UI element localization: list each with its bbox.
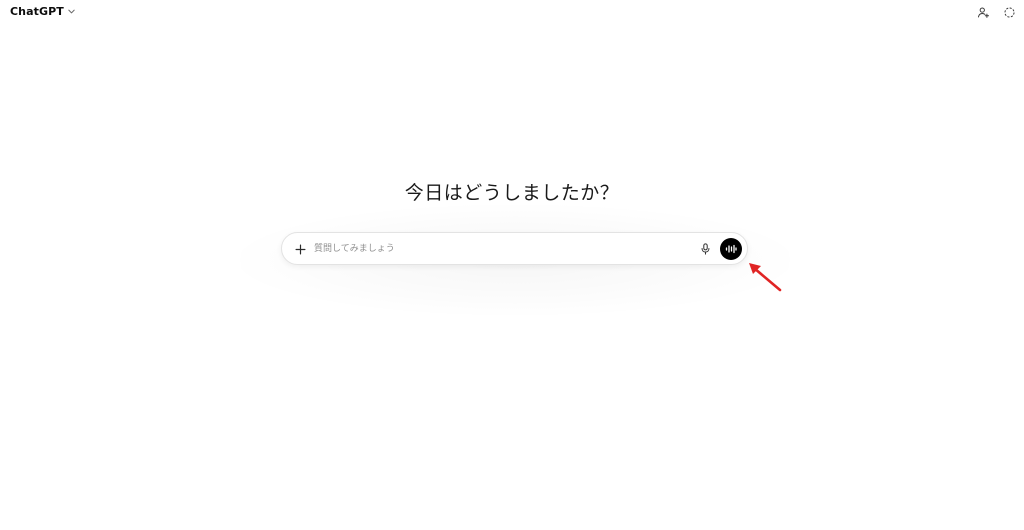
voice-waveform-icon [725,244,737,254]
temporary-chat-icon[interactable] [1000,3,1018,21]
add-user-icon[interactable] [974,3,992,21]
model-switcher[interactable]: ChatGPT [10,3,76,19]
voice-mode-button[interactable] [720,238,742,260]
plus-icon[interactable] [290,239,310,259]
header-actions [974,3,1018,21]
chatgpt-home: ChatGPT 今日はどうしましたか？ [0,0,1024,530]
red-arrow-icon [749,263,782,292]
prompt-input[interactable] [314,239,684,259]
model-name: ChatGPT [10,4,64,18]
composer [281,232,748,265]
microphone-icon[interactable] [696,240,714,258]
chevron-down-icon [67,7,76,16]
greeting-heading: 今日はどうしましたか？ [404,182,620,204]
